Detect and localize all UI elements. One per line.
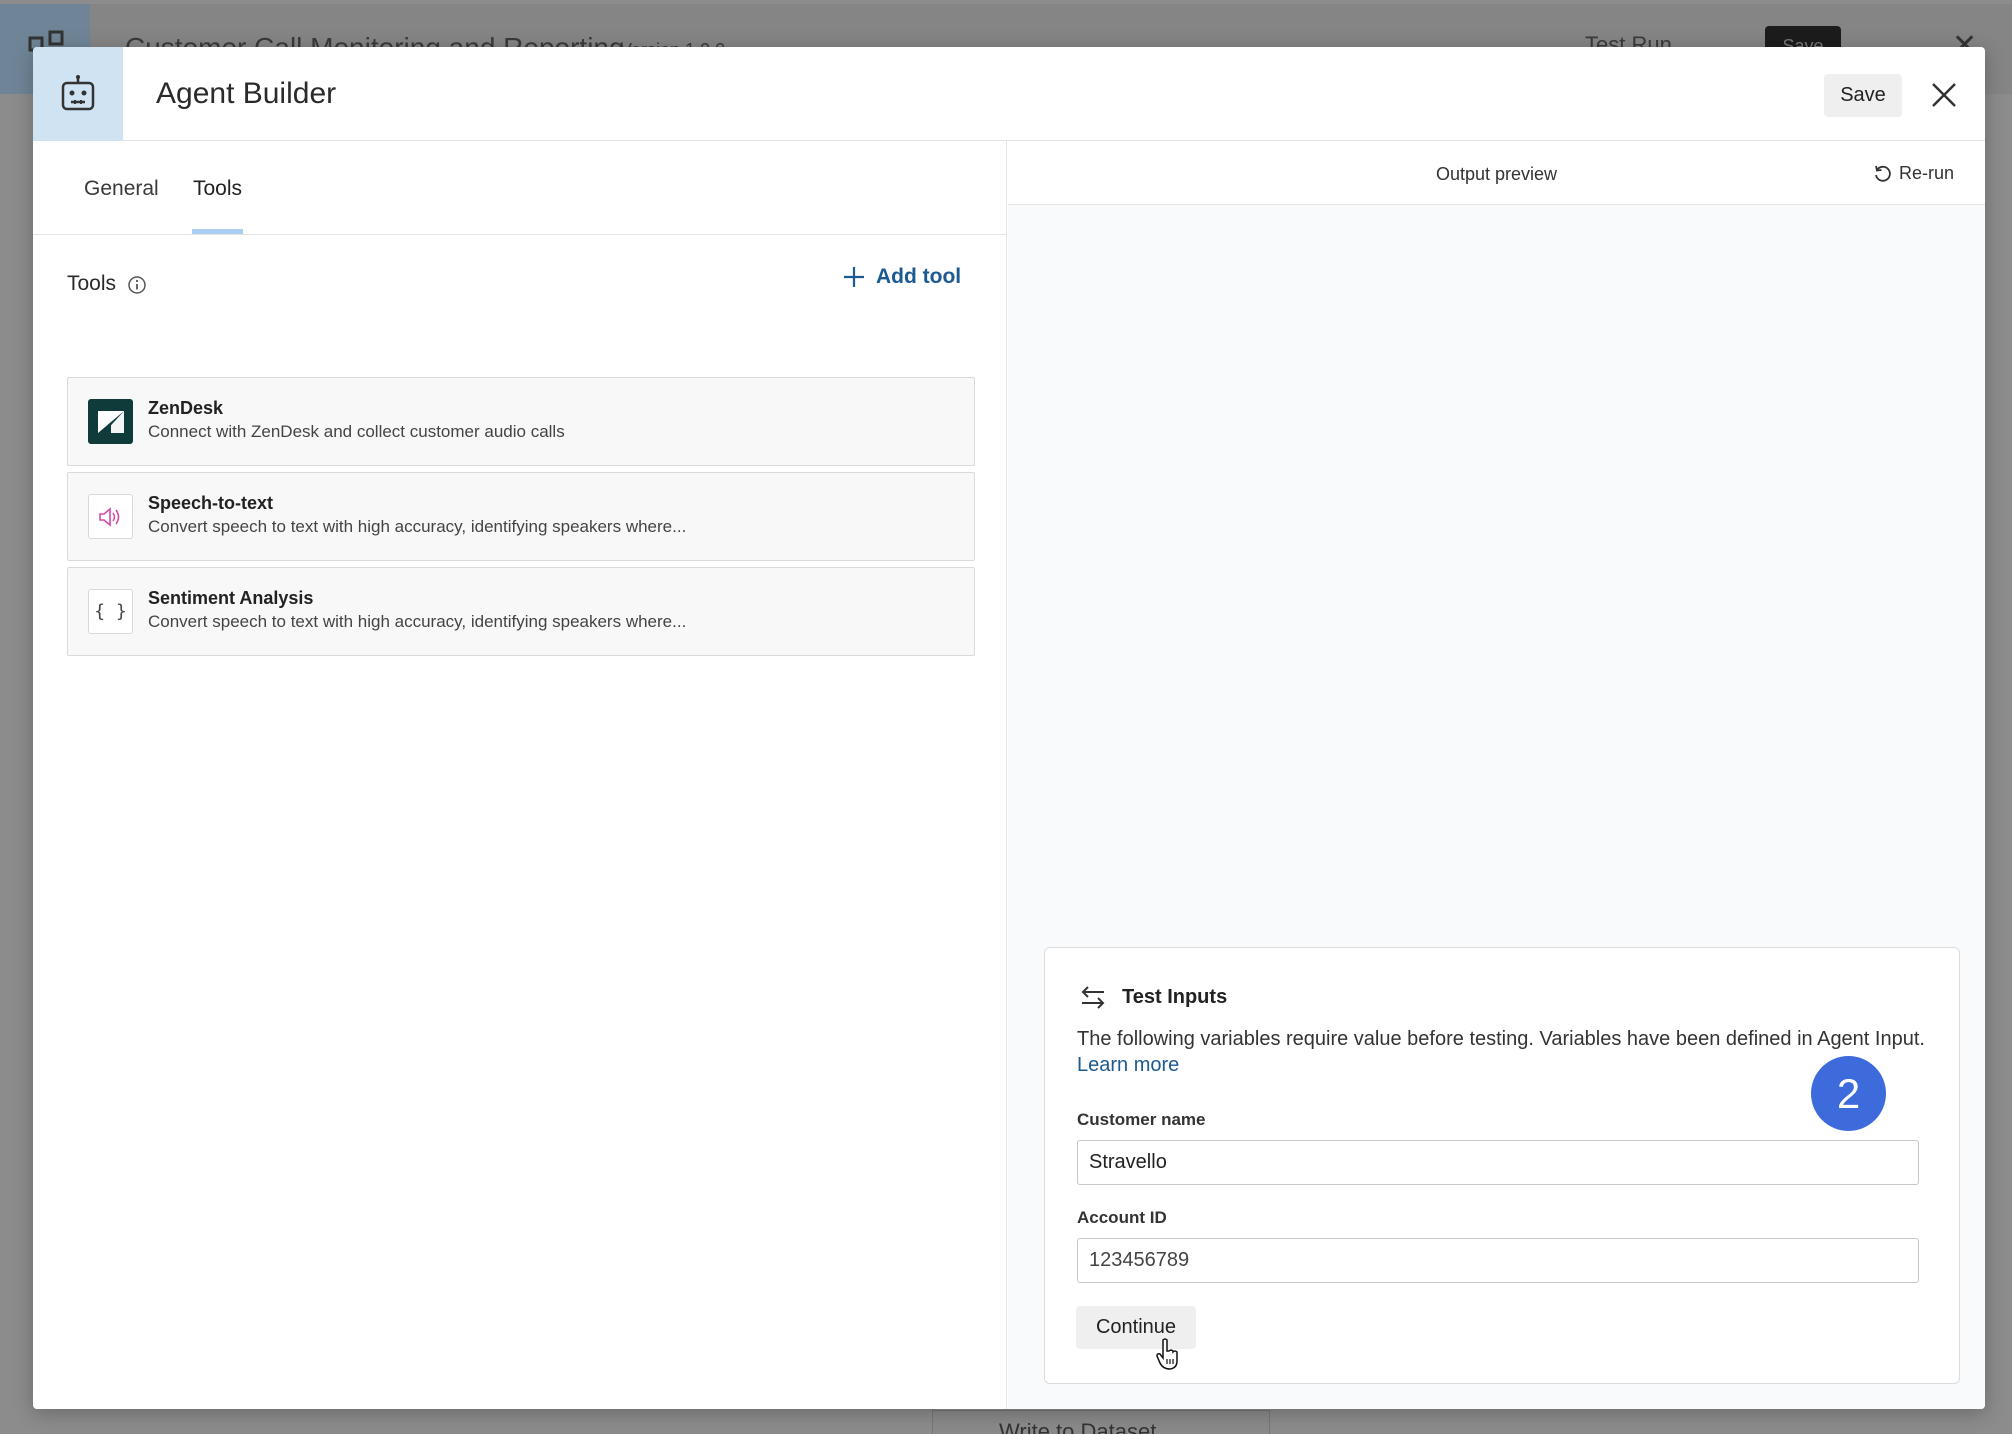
tab-general[interactable]: General	[84, 177, 159, 201]
tool-card-speech-to-text[interactable]: Speech-to-text Convert speech to text wi…	[67, 472, 975, 561]
speaker-icon	[88, 494, 133, 539]
test-inputs-description-text: The following variables require value be…	[1077, 1028, 1925, 1050]
save-button[interactable]: Save	[1824, 74, 1902, 117]
output-preview-bar: Output preview Re-run	[1008, 141, 1985, 205]
braces-icon: { }	[88, 589, 133, 634]
tool-card-zendesk[interactable]: ZenDesk Connect with ZenDesk and collect…	[67, 377, 975, 466]
active-tab-indicator	[192, 229, 243, 234]
tab-tools[interactable]: Tools	[193, 177, 242, 201]
tools-section-label: Tools	[67, 272, 117, 295]
output-preview-title: Output preview	[1435, 164, 1558, 184]
tool-name: Sentiment Analysis	[148, 588, 314, 608]
tool-description: Convert speech to text with high accurac…	[148, 517, 687, 536]
test-inputs-title: Test Inputs	[1122, 986, 1228, 1008]
hand-cursor-icon	[1156, 1338, 1178, 1370]
step-badge: 2	[1811, 1056, 1886, 1131]
modal-title: Agent Builder	[156, 77, 337, 110]
swap-arrows-icon	[1081, 986, 1105, 1009]
account-id-input[interactable]	[1077, 1238, 1919, 1283]
robot-icon	[61, 75, 95, 111]
agent-builder-modal: Agent Builder Save General Tools Tools A…	[33, 47, 1985, 1409]
close-button[interactable]	[1926, 77, 1962, 113]
learn-more-link[interactable]: Learn more	[1077, 1054, 1179, 1076]
close-icon	[1932, 83, 1956, 107]
tab-bar: General Tools	[33, 141, 1007, 235]
customer-name-label: Customer name	[1077, 1110, 1206, 1129]
customer-name-input[interactable]	[1077, 1140, 1919, 1185]
refresh-icon	[1875, 165, 1891, 182]
modal-header: Agent Builder Save	[33, 47, 1985, 141]
robot-icon-box	[33, 47, 123, 141]
tool-card-sentiment-analysis[interactable]: { } Sentiment Analysis Convert speech to…	[67, 567, 975, 656]
background-node: Write to Dataset	[932, 1410, 1270, 1434]
tool-name: ZenDesk	[148, 398, 224, 418]
info-icon[interactable]	[127, 275, 147, 295]
right-panel: Output preview Re-run Test Inputs The fo…	[1008, 141, 1985, 1409]
rerun-label: Re-run	[1899, 163, 1955, 183]
zendesk-logo-icon	[88, 399, 133, 444]
rerun-button[interactable]: Re-run	[1873, 163, 1954, 184]
tool-name: Speech-to-text	[148, 493, 274, 513]
test-inputs-description: The following variables require value be…	[1077, 1026, 1927, 1078]
account-id-label: Account ID	[1077, 1208, 1167, 1227]
tool-description: Connect with ZenDesk and collect custome…	[148, 422, 565, 441]
add-tool-label: Add tool	[876, 265, 962, 288]
add-tool-button[interactable]: Add tool	[842, 265, 961, 289]
tool-description: Convert speech to text with high accurac…	[148, 612, 687, 631]
left-panel: General Tools Tools Add tool ZenDesk Con…	[33, 141, 1007, 1409]
plus-icon	[844, 267, 864, 287]
